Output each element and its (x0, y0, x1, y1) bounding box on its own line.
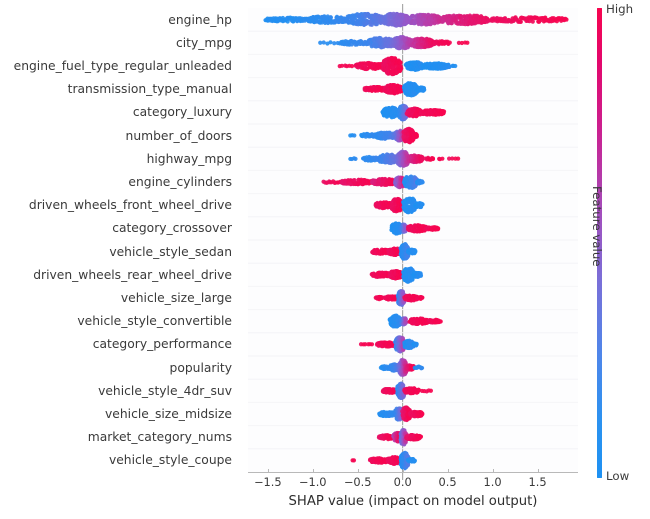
plot-area (248, 4, 578, 480)
beeswarm-row-category-crossover (389, 221, 441, 236)
feature-label-driven-wheels-rear-wheel-drive: driven_wheels_rear_wheel_drive (33, 267, 232, 282)
shap-point (530, 19, 535, 24)
shap-point (420, 295, 425, 300)
beeswarm-row-highway-mpg (348, 149, 461, 168)
feature-label-highway-mpg: highway_mpg (146, 151, 232, 166)
shap-point (453, 63, 458, 69)
shap-point (349, 63, 355, 69)
feature-label-engine-fuel-type-regular-unleaded: engine_fuel_type_regular_unleaded (13, 58, 232, 73)
beeswarm-row-engine-fuel-type-regular-unleaded (337, 55, 458, 77)
feature-label-vehicle-size-midsize: vehicle_size_midsize (105, 406, 232, 421)
feature-label-city-mpg: city_mpg (175, 35, 232, 50)
shap-point (422, 87, 427, 92)
shap-point (419, 202, 425, 207)
beeswarm-row-vehicle-style-sedan (370, 242, 418, 261)
beeswarm-row-engine-hp (263, 11, 569, 28)
feature-label-vehicle-style-convertible: vehicle_style_convertible (77, 314, 232, 329)
feature-label-driven-wheels-front-wheel-drive: driven_wheels_front_wheel_drive (28, 198, 232, 213)
shap-summary-plot: engine_hp city_mpg engine_fuel_type_regula… (0, 0, 650, 519)
shap-point (441, 110, 446, 116)
beeswarm-row-driven-wheels-front-wheel-drive (373, 196, 425, 215)
feature-label-market-category-nums: market_category_nums (87, 430, 232, 445)
shap-point (436, 226, 441, 231)
feature-label-vehicle-size-large: vehicle_size_large (120, 290, 232, 305)
shap-point (564, 17, 569, 22)
shap-point (430, 156, 436, 162)
beeswarm-row-vehicle-size-large (373, 289, 425, 308)
shap-point (420, 180, 425, 185)
shap-point (353, 156, 358, 161)
feature-label-engine-cylinders: engine_cylinders (128, 174, 232, 189)
shap-point (413, 248, 418, 254)
feature-label-vehicle-style-4dr-suv: vehicle_style_4dr_suv (98, 383, 232, 398)
feature-label-category-performance: category_performance (92, 337, 232, 352)
shap-point (447, 40, 452, 45)
shap-point (352, 133, 357, 138)
shap-point (328, 40, 333, 45)
feature-label-transmission-type-manual: transmission_type_manual (67, 82, 232, 97)
beeswarm-row-category-luxury (380, 103, 447, 122)
feature-label-axis: engine_hp city_mpg engine_fuel_type_regula… (0, 0, 240, 470)
shap-point (398, 60, 403, 65)
shap-point (414, 132, 419, 138)
feature-label-vehicle-style-coupe: vehicle_style_coupe (108, 453, 232, 468)
feature-label-category-crossover: category_crossover (112, 221, 232, 236)
beeswarm-row-vehicle-style-convertible (387, 313, 443, 329)
feature-label-engine-hp: engine_hp (168, 12, 232, 27)
shap-point (328, 15, 333, 20)
beeswarm-row-transmission-type-manual (362, 81, 427, 98)
shap-point (418, 272, 423, 277)
feature-label-popularity: popularity (169, 360, 232, 375)
shap-point (465, 40, 470, 45)
feature-label-category-luxury: category_luxury (132, 105, 232, 120)
shap-point (440, 156, 445, 161)
beeswarm-row-engine-cylinders (321, 174, 425, 190)
beeswarm-row-driven-wheels-rear-wheel-drive (369, 266, 424, 284)
shap-point (456, 156, 461, 161)
beeswarm-row-number-of-doors (348, 126, 419, 145)
feature-label-vehicle-style-sedan: vehicle_style_sedan (109, 244, 232, 259)
shap-point (398, 64, 403, 69)
beeswarm-row-city-mpg (318, 35, 470, 51)
beeswarm-svg (248, 4, 578, 480)
feature-label-number-of-doors: number_of_doors (125, 128, 232, 143)
shap-point (321, 40, 326, 45)
shap-point (518, 19, 523, 24)
